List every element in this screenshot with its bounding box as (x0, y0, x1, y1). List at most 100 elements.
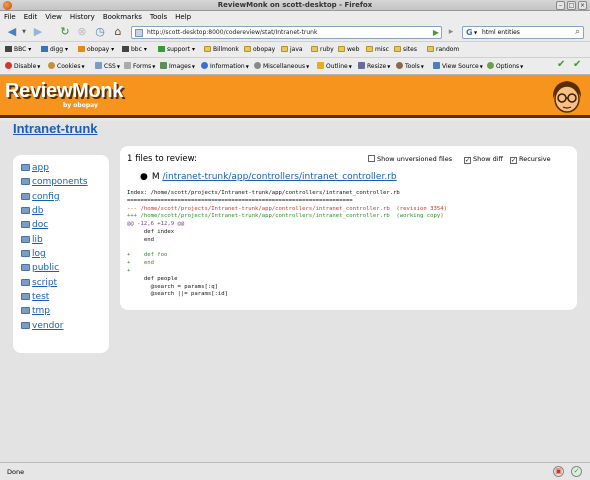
back-history-dropdown-icon[interactable]: ▼ (20, 25, 28, 39)
dir-link-lib[interactable]: lib (21, 235, 43, 246)
search-icon[interactable]: ⌕ (575, 27, 580, 37)
bookmark-java[interactable]: java (281, 45, 303, 55)
dev-css[interactable]: CSS▼ (95, 62, 120, 71)
dev-view-source[interactable]: View Source▼ (433, 62, 483, 71)
dir-link-app[interactable]: app (21, 163, 49, 174)
menu-view[interactable]: View (41, 11, 66, 21)
address-url[interactable]: http://scott-desktop:8000/codereview/sta… (147, 29, 317, 36)
dev-images[interactable]: Images▼ (160, 62, 195, 71)
reload-icon[interactable]: ↻ (58, 25, 72, 39)
folder-icon (21, 236, 30, 243)
close-icon[interactable]: × (578, 1, 587, 10)
dev-forms[interactable]: Forms▼ (124, 62, 155, 71)
bookmark-obopay-folder[interactable]: obopay (244, 45, 275, 55)
dir-link-config[interactable]: config (21, 192, 60, 203)
folder-icon (394, 46, 401, 52)
main-content: Intranet-trunk app components config db … (0, 121, 590, 462)
html-valid-check-icon[interactable]: ✔ (573, 60, 581, 70)
dir-link-test[interactable]: test (21, 292, 49, 303)
dev-options[interactable]: Options▼ (487, 62, 523, 71)
dev-miscellaneous[interactable]: Miscellaneous▼ (254, 62, 309, 71)
bookmark-bbc-news[interactable]: bbc ▾ (122, 45, 147, 55)
page-favicon-icon (135, 29, 143, 37)
bookmark-billmonk[interactable]: Billmonk (204, 45, 239, 55)
menu-file[interactable]: File (0, 11, 20, 21)
bookmark-support[interactable]: support ▾ (158, 45, 195, 55)
folder-icon (21, 279, 30, 286)
url-dropdown-icon[interactable]: ▸ (445, 25, 457, 39)
recursive-checkbox[interactable]: ✓ (510, 157, 517, 164)
dir-link-log[interactable]: log (21, 249, 46, 260)
reviewmonk-logo[interactable]: ReviewMonk (5, 80, 123, 103)
address-bar[interactable]: http://scott-desktop:8000/codereview/sta… (131, 26, 442, 39)
project-title-link[interactable]: Intranet-trunk (13, 121, 98, 136)
show-diff-option[interactable]: ✓ Show diff (464, 155, 503, 164)
dev-cookies[interactable]: Cookies▼ (48, 62, 85, 71)
google-search-engine-icon[interactable]: G (466, 28, 473, 37)
bookmark-random[interactable]: random (427, 45, 459, 55)
dir-link-tmp[interactable]: tmp (21, 306, 50, 317)
bookmark-sites[interactable]: sites (394, 45, 417, 55)
folder-icon (366, 46, 373, 52)
information-icon (201, 62, 208, 69)
go-arrow-icon[interactable]: ▶ (433, 28, 439, 37)
bookmark-web[interactable]: web (338, 45, 359, 55)
diff-line-ctx: Index: /home/scott/projects/Intranet-tru… (127, 190, 400, 196)
menu-help[interactable]: Help (171, 11, 195, 21)
dir-link-public[interactable]: public (21, 263, 59, 274)
dev-tools[interactable]: Tools▼ (396, 62, 424, 71)
dev-resize[interactable]: Resize▼ (358, 62, 390, 71)
adblock-icon[interactable]: ▣ (553, 466, 564, 477)
home-icon[interactable]: ⌂ (111, 25, 125, 39)
minimize-icon[interactable]: – (556, 1, 565, 10)
menu-bookmarks[interactable]: Bookmarks (99, 11, 146, 21)
files-to-review-heading: 1 files to review: (127, 154, 197, 164)
dir-link-vendor[interactable]: vendor (21, 321, 64, 332)
status-bar: Done ▣ ✓ (0, 462, 590, 480)
bookmark-digg[interactable]: digg ▾ (41, 45, 68, 55)
stop-icon[interactable]: ⊗ (75, 25, 89, 39)
dev-outline[interactable]: Outline▼ (317, 62, 352, 71)
folder-icon (338, 46, 345, 52)
forward-icon[interactable]: ▶ (31, 25, 45, 39)
bookmark-misc[interactable]: misc (366, 45, 389, 55)
menu-edit[interactable]: Edit (20, 11, 42, 21)
back-icon[interactable]: ◀ (4, 25, 20, 39)
dir-link-doc[interactable]: doc (21, 220, 48, 231)
directory-sidebar: app components config db doc lib log pub… (13, 155, 109, 353)
tools-icon (396, 62, 403, 69)
dir-link-db[interactable]: db (21, 206, 43, 217)
menu-tools[interactable]: Tools (146, 11, 171, 21)
css-valid-check-icon[interactable]: ✔ (557, 60, 565, 70)
monk-avatar-icon (552, 81, 582, 113)
dev-information[interactable]: Information▼ (201, 62, 249, 71)
show-unversioned-checkbox[interactable] (368, 155, 375, 162)
folder-icon (244, 46, 251, 52)
disable-icon (5, 62, 12, 69)
images-icon (160, 62, 167, 69)
file-link[interactable]: /intranet-trunk/app/controllers/intranet… (163, 172, 397, 182)
menu-history[interactable]: History (66, 11, 99, 21)
folder-icon (21, 322, 30, 329)
folder-icon (21, 207, 30, 214)
maximize-icon[interactable]: □ (567, 1, 576, 10)
bookmark-ruby[interactable]: ruby (311, 45, 334, 55)
history-clock-icon[interactable]: ◷ (93, 25, 107, 39)
show-unversioned-option[interactable]: Show unversioned files (368, 155, 452, 163)
outline-icon (317, 62, 324, 69)
search-input[interactable]: html entities (482, 29, 520, 36)
dev-disable[interactable]: Disable▼ (5, 62, 40, 71)
support-icon (158, 46, 165, 52)
miscellaneous-icon (254, 62, 261, 69)
diff-line-add: + (127, 267, 131, 274)
menu-bar: File Edit View History Bookmarks Tools Help (0, 11, 590, 22)
bookmark-obopay[interactable]: obopay ▾ (78, 45, 114, 55)
search-engine-dropdown-icon[interactable]: ▼ (474, 30, 477, 35)
html-validator-icon[interactable]: ✓ (571, 466, 582, 477)
dir-link-components[interactable]: components (21, 177, 88, 188)
search-box[interactable]: G ▼ html entities ⌕ (462, 26, 584, 39)
dir-link-script[interactable]: script (21, 278, 57, 289)
bookmark-bbc[interactable]: BBC ▾ (5, 45, 31, 55)
show-diff-checkbox[interactable]: ✓ (464, 157, 471, 164)
recursive-option[interactable]: ✓ Recursive (510, 155, 551, 164)
